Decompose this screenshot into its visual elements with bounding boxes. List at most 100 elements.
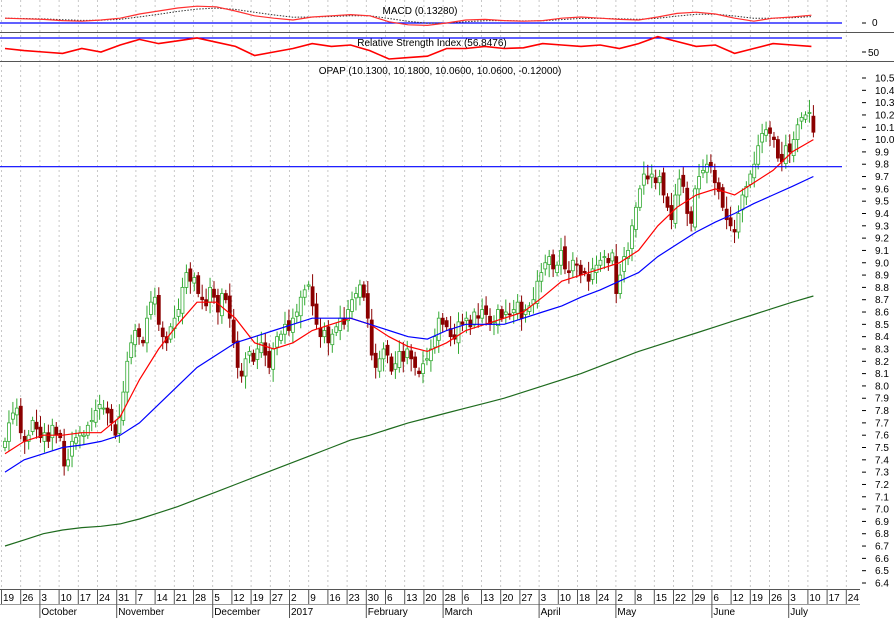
candle <box>62 428 67 476</box>
grid-lines <box>1 0 847 589</box>
candle <box>322 322 327 344</box>
candle <box>626 242 630 266</box>
candle-body <box>468 319 473 328</box>
candle-body <box>125 360 130 393</box>
candle <box>85 421 90 439</box>
candle-body <box>389 356 394 372</box>
candle-body <box>539 272 544 282</box>
candle-body <box>145 317 149 344</box>
candle <box>740 188 745 223</box>
price-axis: 6.4 6.56.66.7 6.86.97.0 7.17.27.3 7.47.57.6 7… <box>862 74 894 590</box>
candle-body <box>519 301 524 319</box>
candle-body <box>436 317 441 341</box>
candle <box>535 270 540 309</box>
candle <box>263 333 268 367</box>
candle <box>795 118 800 153</box>
moving-average-line <box>4 139 814 455</box>
candle <box>515 294 520 320</box>
candle <box>129 334 134 365</box>
x-day-label: 19 <box>253 593 265 604</box>
candle-body <box>432 336 437 348</box>
candle <box>156 287 161 331</box>
candle-body <box>791 139 796 156</box>
y-tick-label: 7.6 <box>875 431 889 442</box>
candle-body <box>515 301 520 314</box>
candle-body <box>803 114 808 120</box>
x-day-label: 23 <box>349 593 361 604</box>
x-day-label: 20 <box>425 593 437 604</box>
candle-body <box>606 258 611 264</box>
candle-body <box>350 299 354 312</box>
y-tick-label: 7.5 <box>875 443 889 454</box>
candle-body <box>740 194 745 211</box>
candle-body <box>417 370 421 375</box>
candle-body <box>732 229 737 233</box>
candle <box>578 260 583 284</box>
candle <box>413 351 418 376</box>
candle <box>125 351 130 404</box>
candle-body <box>567 270 571 274</box>
candle <box>97 394 102 420</box>
y-tick-label: 6.5 <box>875 566 889 577</box>
candle <box>803 111 808 123</box>
candle <box>7 410 11 451</box>
y-tick-label: 8.4 <box>875 332 889 343</box>
x-day-label: 19 <box>3 593 15 604</box>
candle-body <box>563 246 567 270</box>
candle <box>310 274 315 316</box>
candle-body <box>223 293 228 301</box>
candle <box>756 134 761 170</box>
x-day-label: 13 <box>406 593 418 604</box>
y-tick-label: 10.0 <box>875 135 894 146</box>
candle-body <box>10 412 15 420</box>
candle <box>787 134 792 163</box>
candle <box>606 253 611 271</box>
candle <box>235 331 240 379</box>
candle <box>393 351 398 379</box>
candle-body <box>373 352 378 368</box>
candle <box>488 308 492 331</box>
candle <box>294 303 299 323</box>
candle <box>93 399 98 428</box>
candle <box>89 407 94 432</box>
candle-body <box>377 358 382 372</box>
candle-body <box>365 293 370 319</box>
candle <box>239 363 244 383</box>
candle-body <box>93 410 98 423</box>
candle-body <box>681 174 686 187</box>
candle <box>133 323 138 358</box>
x-day-label: 5 <box>214 593 220 604</box>
macd-panel: MACD (0.13280) 0 <box>0 5 878 29</box>
candle-body <box>598 259 603 266</box>
candle <box>70 431 74 468</box>
y-tick-label: 8.3 <box>875 344 889 355</box>
x-day-label: 20 <box>502 593 514 604</box>
x-day-label: 17 <box>829 593 841 604</box>
candle-body <box>46 432 51 442</box>
candle-body <box>358 284 362 298</box>
candle-body <box>807 112 812 114</box>
candle <box>14 398 19 426</box>
candle-body <box>795 124 800 140</box>
candle-body <box>334 326 339 333</box>
candle <box>645 164 650 185</box>
x-day-label: 12 <box>733 593 745 604</box>
candle-body <box>251 352 256 362</box>
candle <box>791 131 796 163</box>
candle <box>768 121 772 146</box>
candle <box>484 296 488 326</box>
candle-body <box>149 301 153 315</box>
y-tick-label: 7.8 <box>875 406 889 417</box>
rsi-title: Relative Strength Index (56.8476) <box>357 38 507 49</box>
candle <box>389 353 394 375</box>
candle <box>409 344 414 372</box>
candle-body <box>543 262 548 270</box>
candle-body <box>661 172 666 196</box>
candle-body <box>50 424 55 439</box>
candle-body <box>184 272 189 288</box>
candle-body <box>74 437 78 444</box>
candle-body <box>294 311 299 317</box>
candle <box>661 167 666 204</box>
candle <box>582 267 587 277</box>
candle <box>610 249 615 265</box>
